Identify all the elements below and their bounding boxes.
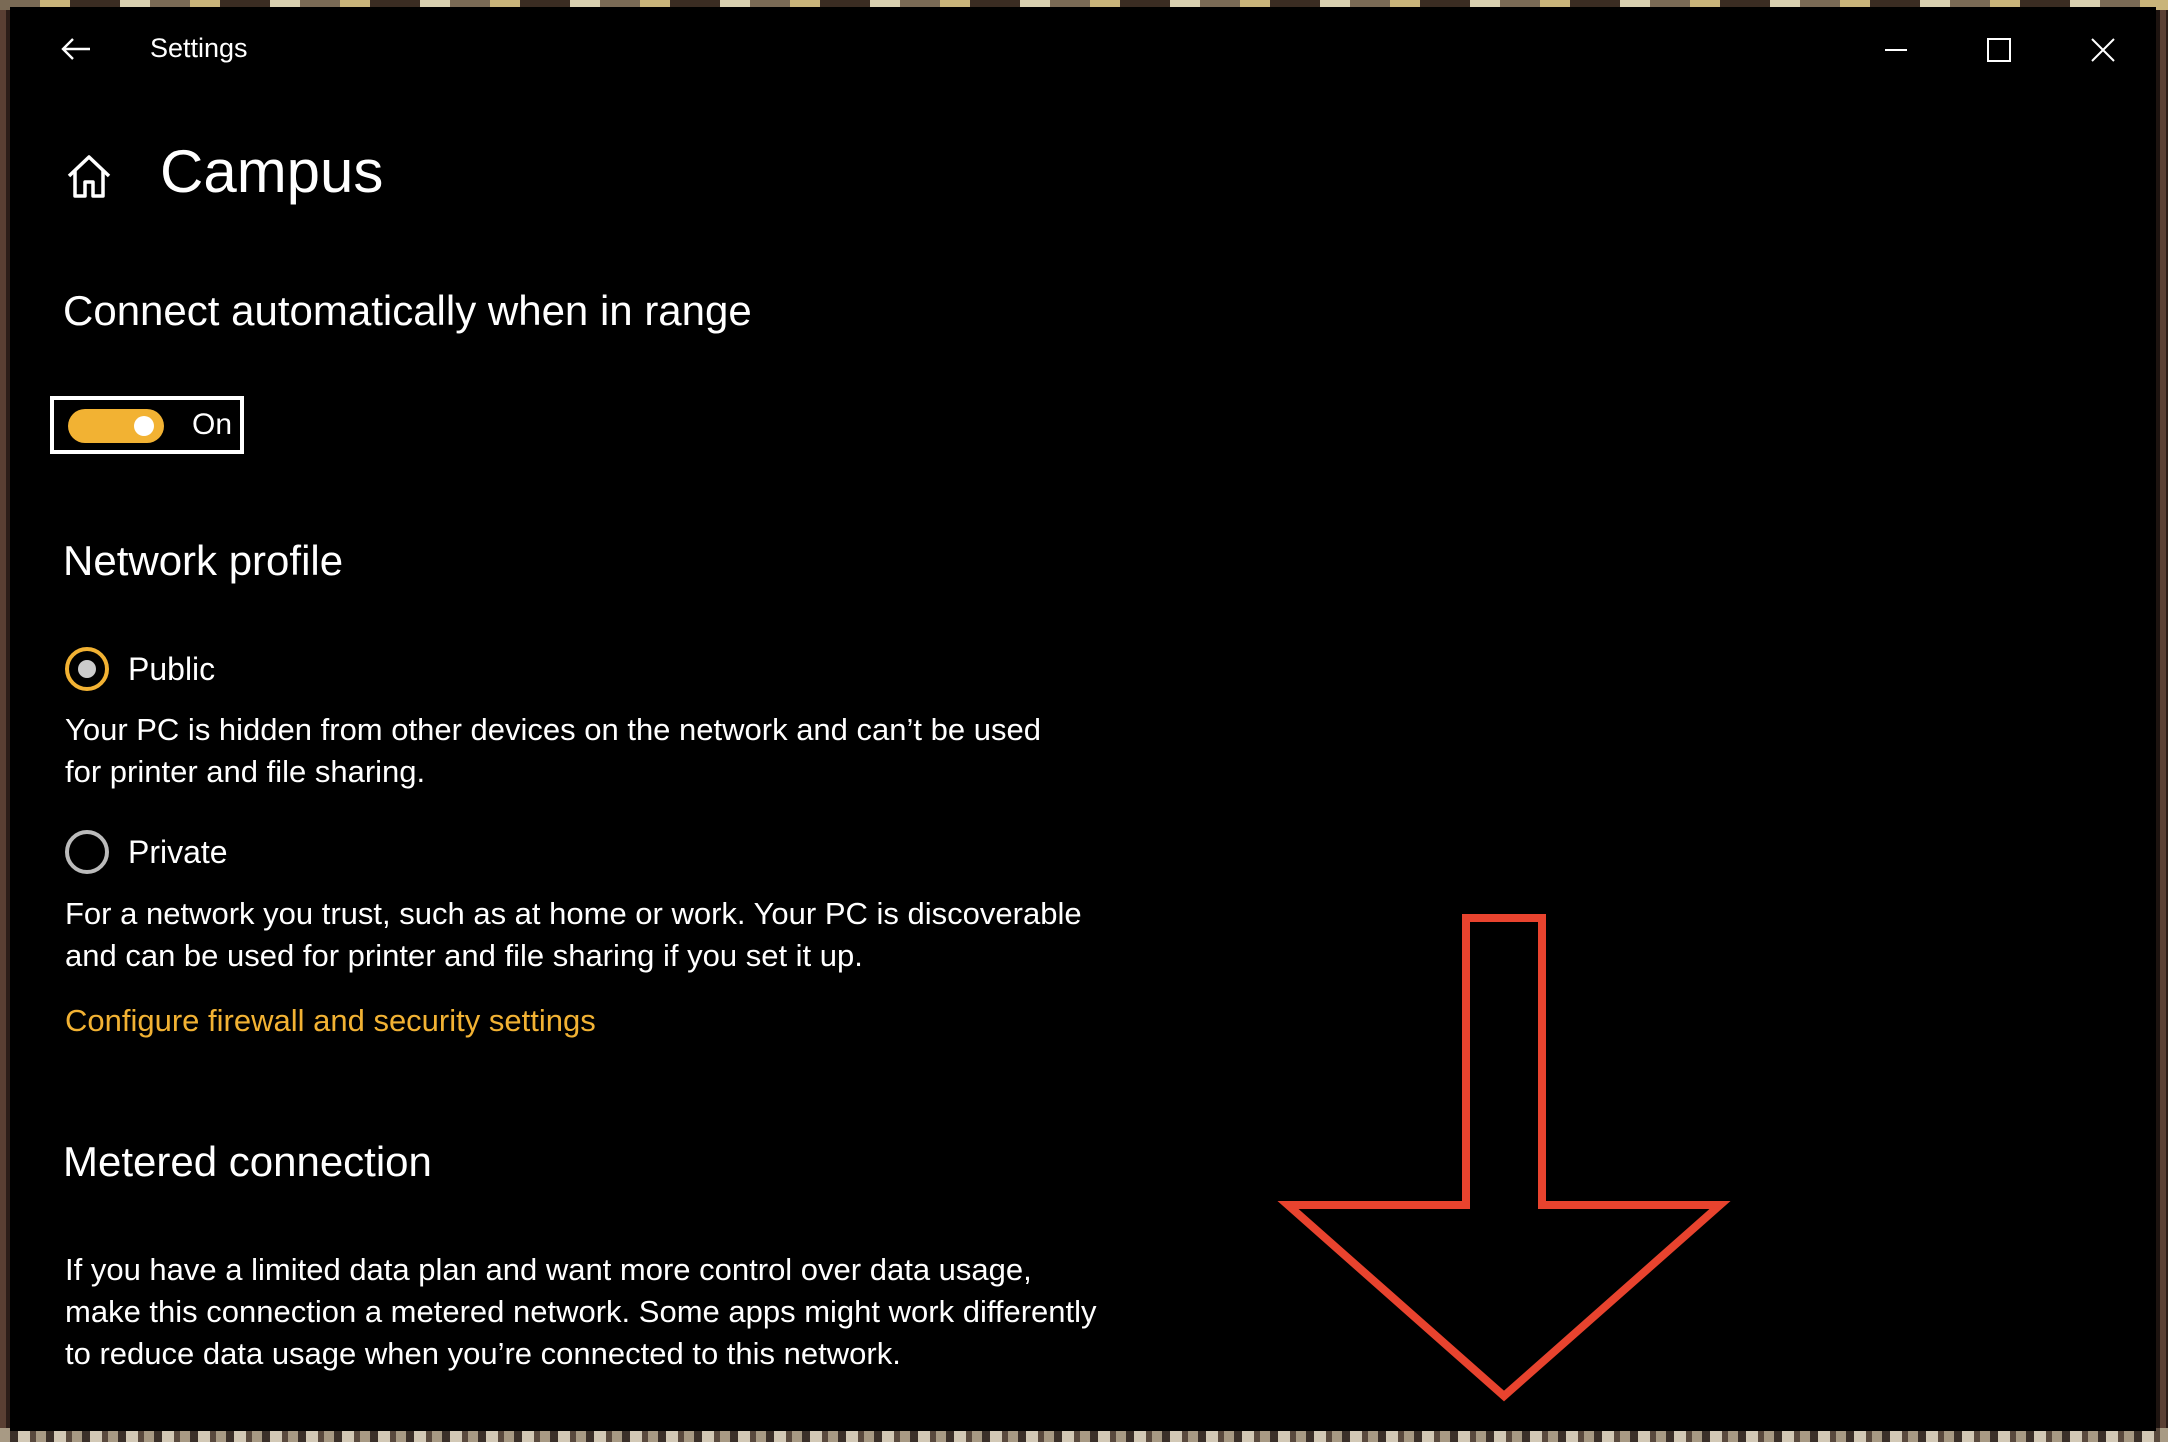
settings-window: Settings Campus Connect automatically wh… — [10, 7, 2156, 1431]
public-description: Your PC is hidden from other devices on … — [65, 712, 1041, 789]
down-arrow-annotation — [1277, 914, 1731, 1402]
back-arrow-icon — [61, 38, 90, 60]
maximize-icon — [1987, 38, 2011, 62]
maximize-button[interactable] — [1963, 21, 2035, 79]
minimize-button[interactable] — [1860, 21, 1932, 79]
metered-description: If you have a limited data plan and want… — [65, 1252, 1097, 1371]
radio-private[interactable] — [65, 830, 109, 874]
toggle-knob — [134, 416, 154, 436]
title-bar: Settings — [10, 7, 2156, 81]
radio-private-label[interactable]: Private — [128, 834, 228, 871]
radio-public[interactable] — [65, 647, 109, 691]
home-icon[interactable] — [64, 151, 114, 201]
toggle-track — [68, 409, 164, 443]
close-button[interactable] — [2067, 21, 2139, 79]
back-button[interactable] — [44, 27, 108, 71]
private-description: For a network you trust, such as at home… — [65, 896, 1082, 973]
minimize-icon — [1885, 49, 1907, 51]
metered-connection-heading: Metered connection — [63, 1138, 432, 1185]
radio-selected-dot — [78, 660, 96, 678]
radio-public-label[interactable]: Public — [128, 651, 215, 688]
app-title: Settings — [150, 33, 248, 63]
firewall-settings-link[interactable]: Configure firewall and security settings — [65, 1003, 596, 1039]
auto-connect-toggle[interactable]: On — [50, 396, 244, 454]
auto-connect-heading: Connect automatically when in range — [63, 287, 752, 334]
close-icon — [2091, 38, 2115, 62]
network-profile-heading: Network profile — [63, 537, 344, 584]
toggle-state-label: On — [192, 408, 233, 441]
page-title: Campus — [160, 138, 384, 205]
